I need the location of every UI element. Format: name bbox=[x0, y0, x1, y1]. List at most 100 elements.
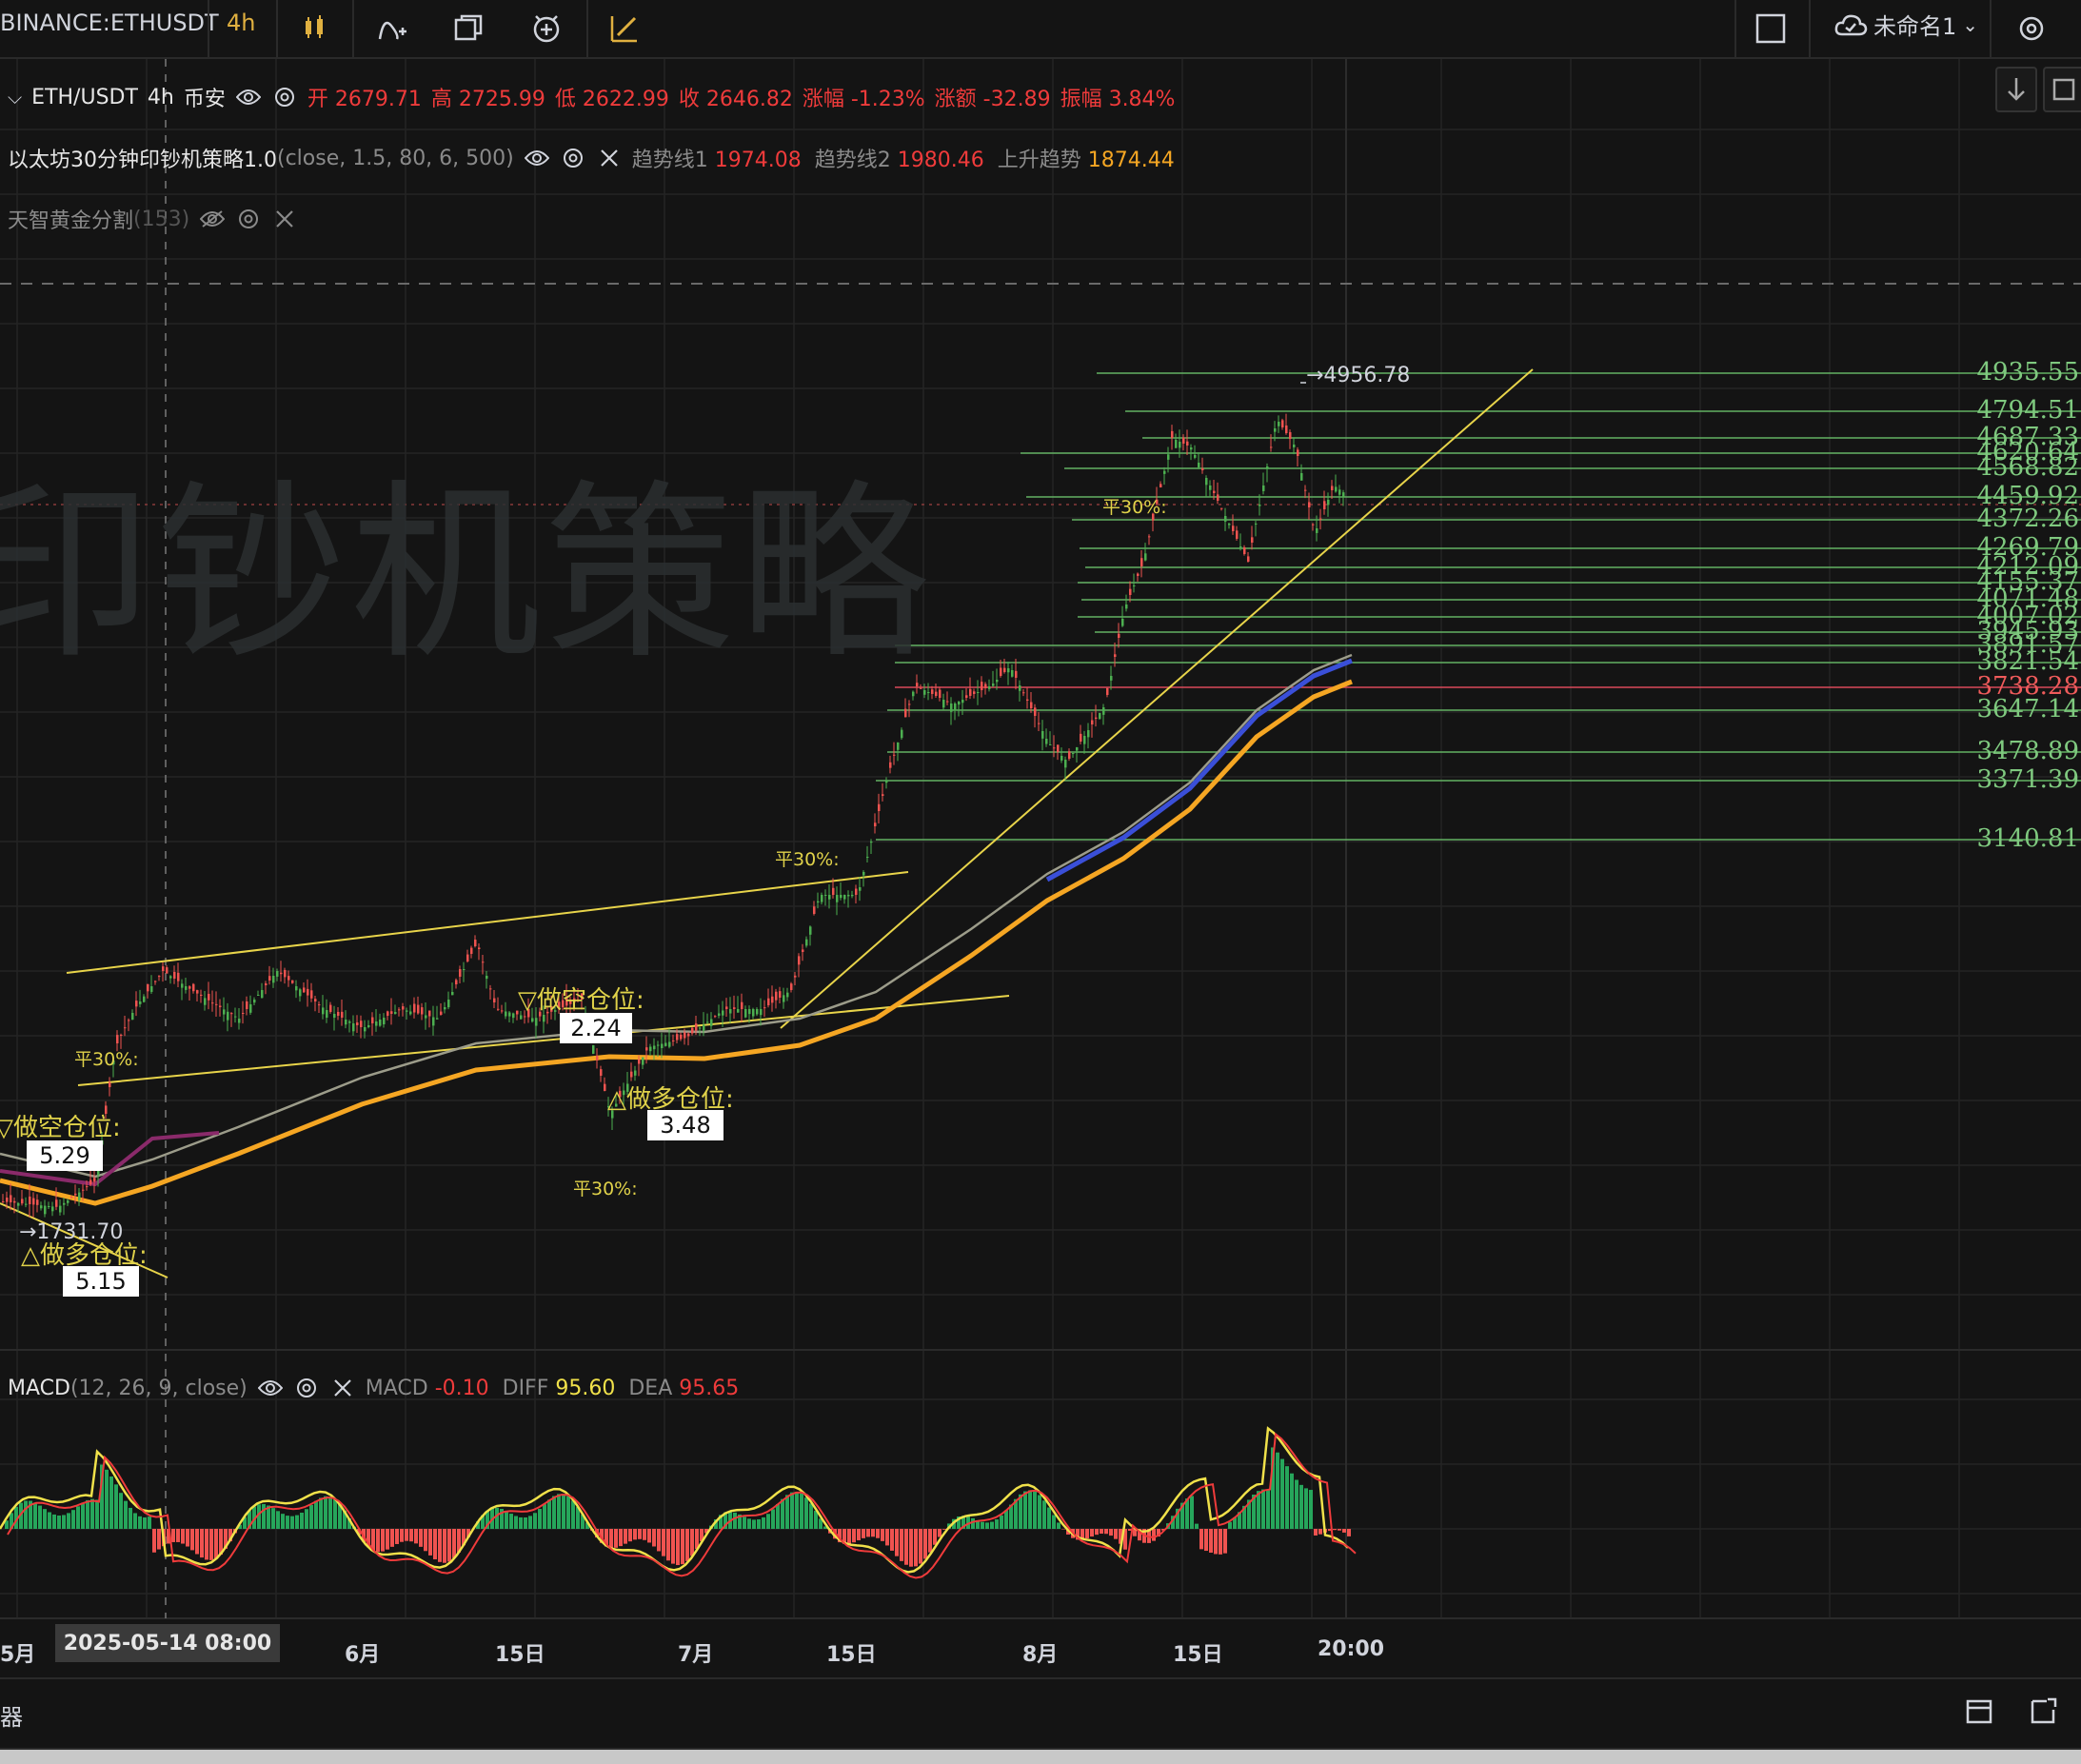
maximize-pane-icon[interactable] bbox=[2043, 67, 2081, 112]
macd-bar bbox=[1104, 1529, 1108, 1535]
macd-bar bbox=[1057, 1522, 1060, 1529]
close-icon[interactable] bbox=[271, 206, 298, 232]
alert-icon[interactable] bbox=[524, 6, 569, 51]
settings-icon[interactable] bbox=[235, 206, 262, 232]
candle-body bbox=[977, 692, 980, 693]
drawing-icon[interactable] bbox=[602, 6, 647, 51]
candle-body bbox=[1266, 466, 1269, 469]
calendar-icon[interactable] bbox=[1965, 1696, 1993, 1729]
candle-body bbox=[512, 1013, 515, 1019]
macd-bar bbox=[938, 1529, 941, 1537]
macd-value-2: DEA 95.65 bbox=[628, 1376, 740, 1400]
macd-bar bbox=[1114, 1529, 1118, 1539]
bottom-left-text[interactable]: 器 bbox=[0, 1698, 23, 1732]
candle-body bbox=[684, 1032, 686, 1039]
collapse-chevron-icon[interactable]: ⌵ bbox=[8, 86, 22, 109]
price-chart[interactable] bbox=[0, 59, 2081, 1677]
candle-body bbox=[120, 1034, 123, 1036]
candle-body bbox=[1167, 454, 1170, 460]
candle-body bbox=[649, 1046, 652, 1052]
candle-body bbox=[779, 991, 782, 998]
eye-off-icon[interactable] bbox=[199, 206, 226, 232]
candle-body bbox=[718, 1013, 721, 1016]
macd-bar bbox=[743, 1516, 746, 1529]
macd-bar bbox=[428, 1529, 432, 1556]
macd-bar bbox=[433, 1529, 437, 1560]
macd-bar bbox=[990, 1521, 994, 1529]
candle-body bbox=[333, 1014, 336, 1019]
candle-body bbox=[1251, 537, 1254, 543]
macd-bar bbox=[1109, 1529, 1113, 1536]
macd-bar bbox=[1295, 1479, 1298, 1529]
macd-bar bbox=[328, 1496, 332, 1529]
indicator-value-0: 趋势线1 1974.08 bbox=[631, 149, 802, 172]
candles-icon[interactable] bbox=[291, 6, 337, 51]
macd-value-0: MACD -0.10 bbox=[365, 1376, 489, 1400]
candle-body bbox=[219, 1005, 222, 1007]
macd-bar bbox=[1195, 1523, 1199, 1529]
macd-bar bbox=[1342, 1529, 1346, 1533]
macd-bar bbox=[643, 1529, 646, 1540]
candle-body bbox=[1319, 518, 1322, 520]
candle-body bbox=[166, 967, 168, 974]
indicators-icon[interactable] bbox=[369, 6, 415, 51]
candle-body bbox=[984, 684, 987, 688]
candle-body bbox=[645, 1047, 648, 1051]
macd-bar bbox=[62, 1515, 66, 1529]
macd-bar bbox=[67, 1513, 70, 1529]
short-position-label: ▽做空仓位: bbox=[0, 1114, 121, 1142]
macd-name[interactable]: MACD bbox=[8, 1377, 70, 1400]
candle-body bbox=[192, 983, 195, 992]
settings-icon[interactable] bbox=[271, 84, 298, 110]
macd-bar bbox=[143, 1516, 147, 1529]
ohlc-6: 振幅 3.84% bbox=[1060, 88, 1176, 111]
eye-icon[interactable] bbox=[257, 1375, 284, 1401]
settings-icon[interactable] bbox=[293, 1375, 320, 1401]
eye-icon[interactable] bbox=[524, 145, 550, 171]
candle-body bbox=[150, 986, 153, 992]
time-axis-label: 7月 bbox=[678, 1643, 714, 1667]
candle-body bbox=[668, 1041, 671, 1047]
macd-bar bbox=[138, 1516, 142, 1529]
candle-body bbox=[131, 1013, 134, 1021]
templates-icon[interactable] bbox=[446, 6, 491, 51]
candle-body bbox=[657, 1044, 660, 1046]
macd-bar bbox=[1223, 1529, 1227, 1554]
candle-body bbox=[824, 895, 827, 896]
candle-body bbox=[737, 1009, 740, 1013]
macd-bar bbox=[1152, 1529, 1156, 1541]
settings-icon[interactable] bbox=[560, 145, 586, 171]
macd-bar bbox=[528, 1516, 532, 1529]
candle-body bbox=[520, 1015, 523, 1020]
macd-bar bbox=[105, 1469, 109, 1529]
settings-icon[interactable] bbox=[2009, 6, 2054, 51]
candle-body bbox=[139, 1001, 142, 1004]
indicator-name[interactable]: 以太坊30分钟印钞机策略1.0 bbox=[8, 143, 277, 173]
time-axis-label: 8月 bbox=[1022, 1643, 1059, 1667]
macd-bar bbox=[1299, 1484, 1303, 1529]
candle-body bbox=[1129, 588, 1132, 595]
interval-button[interactable]: 4h bbox=[227, 10, 255, 36]
candle-body bbox=[775, 991, 778, 1001]
symbol-search[interactable]: BINANCE:ETHUSDT bbox=[0, 10, 219, 36]
fullscreen-icon[interactable] bbox=[1748, 6, 1794, 51]
candle-body bbox=[1106, 687, 1109, 695]
macd-bar bbox=[209, 1529, 213, 1560]
goto-date-icon[interactable] bbox=[2030, 1696, 2058, 1729]
scroll-down-icon[interactable] bbox=[1995, 67, 2037, 112]
indicator2-name[interactable]: 天智黄金分割 bbox=[8, 204, 133, 234]
candle-body bbox=[1297, 449, 1299, 456]
close-icon[interactable] bbox=[329, 1375, 356, 1401]
macd-bar bbox=[314, 1500, 318, 1529]
candle-body bbox=[261, 990, 264, 999]
candle-body bbox=[55, 1199, 58, 1207]
macd-bar bbox=[452, 1529, 456, 1558]
eye-icon[interactable] bbox=[235, 84, 262, 110]
macd-bar bbox=[676, 1529, 680, 1566]
candle-body bbox=[1118, 633, 1120, 638]
candle-body bbox=[794, 975, 797, 978]
candle-body bbox=[1224, 516, 1227, 522]
candle-body bbox=[173, 971, 176, 979]
layout-menu[interactable]: 未命名1 ⌄ bbox=[1833, 8, 1978, 41]
close-icon[interactable] bbox=[596, 145, 623, 171]
